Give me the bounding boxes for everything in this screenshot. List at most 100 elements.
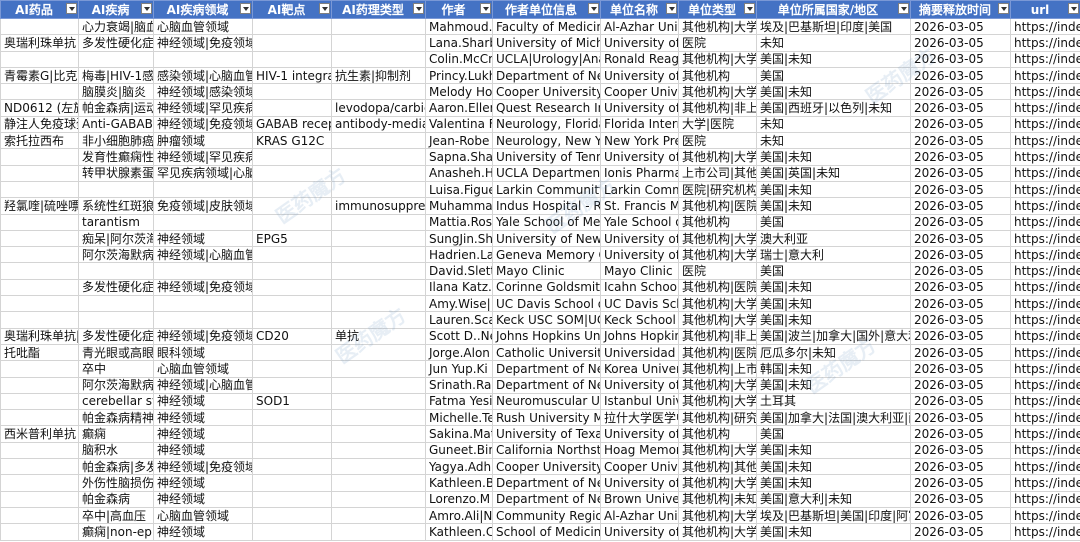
- cell-url[interactable]: https://inde: [1010, 66, 1080, 85]
- cell-institution-name[interactable]: Cooper Unive: [600, 458, 679, 476]
- cell-ai-pharmacology[interactable]: [331, 50, 426, 68]
- cell-institution-country[interactable]: 土耳其: [756, 392, 911, 411]
- cell-institution-type[interactable]: 其他机构|研究: [678, 409, 757, 427]
- cell-institution-type[interactable]: 其他机构|未知: [678, 490, 757, 508]
- cell-institution-type[interactable]: 其他机构|医院: [678, 278, 757, 297]
- cell-ai-drug[interactable]: [0, 311, 79, 329]
- cell-ai-target[interactable]: [252, 409, 332, 427]
- cell-institution-name[interactable]: University of: [600, 229, 679, 248]
- cell-author[interactable]: Ilana Katz.S: [425, 278, 493, 297]
- cell-abstract-release-date[interactable]: 2026-03-05: [910, 213, 1011, 231]
- cell-author[interactable]: Kathleen.B: [425, 474, 493, 492]
- cell-institution-country[interactable]: 美国|未知: [756, 50, 911, 68]
- cell-ai-pharmacology[interactable]: [331, 343, 426, 362]
- cell-institution-name[interactable]: Ronald Reag: [600, 50, 679, 68]
- cell-institution-country[interactable]: 美国|意大利|未知: [756, 490, 911, 508]
- cell-institution-type[interactable]: 其他机构|上市: [678, 360, 757, 378]
- cell-ai-pharmacology[interactable]: [331, 311, 426, 329]
- cell-url[interactable]: https://inde: [1010, 295, 1080, 313]
- cell-abstract-release-date[interactable]: 2026-03-05: [910, 506, 1011, 525]
- cell-ai-disease-area[interactable]: 神经领域|免疫领域: [153, 115, 253, 134]
- cell-author-affiliation[interactable]: School of Medicine: [492, 523, 601, 541]
- cell-ai-disease-area[interactable]: 免疫领域|皮肤领域: [153, 197, 253, 215]
- cell-ai-target[interactable]: CD20: [252, 327, 332, 345]
- cell-author-affiliation[interactable]: UCLA|Urology|Anal: [492, 50, 601, 68]
- cell-ai-disease-area[interactable]: 神经领域: [153, 409, 253, 427]
- cell-ai-pharmacology[interactable]: [331, 246, 426, 264]
- cell-ai-drug[interactable]: 托吡酯: [0, 343, 79, 362]
- cell-institution-type[interactable]: 其他机构|大学: [678, 523, 757, 541]
- cell-author-affiliation[interactable]: Department of Neu: [492, 66, 601, 85]
- cell-ai-drug[interactable]: [0, 246, 79, 264]
- cell-abstract-release-date[interactable]: 2026-03-05: [910, 409, 1011, 427]
- cell-ai-target[interactable]: [252, 197, 332, 215]
- cell-institution-name[interactable]: Larkin Comm: [600, 180, 679, 199]
- cell-url[interactable]: https://inde: [1010, 99, 1080, 117]
- cell-ai-disease[interactable]: [78, 295, 154, 313]
- filter-dropdown-icon[interactable]: [240, 3, 251, 14]
- cell-author-affiliation[interactable]: Yale School of Med: [492, 213, 601, 231]
- column-header-url[interactable]: url: [1010, 0, 1080, 19]
- cell-ai-disease-area[interactable]: 感染领域|心脑血管: [153, 66, 253, 85]
- cell-ai-drug[interactable]: [0, 376, 79, 394]
- cell-author[interactable]: Jun Yup.Ki: [425, 360, 493, 378]
- cell-ai-pharmacology[interactable]: 抗生素|抑制剂: [331, 66, 426, 85]
- cell-ai-target[interactable]: [252, 360, 332, 378]
- cell-institution-type[interactable]: 其他机构|大学|: [678, 17, 757, 36]
- cell-institution-country[interactable]: 澳大利亚: [756, 229, 911, 248]
- cell-url[interactable]: https://inde: [1010, 327, 1080, 345]
- filter-dropdown-icon[interactable]: [66, 3, 77, 14]
- cell-institution-type[interactable]: 大学|医院: [678, 115, 757, 134]
- cell-ai-disease-area[interactable]: 眼科领域: [153, 343, 253, 362]
- cell-institution-type[interactable]: 其他机构|大学: [678, 229, 757, 248]
- cell-institution-country[interactable]: 美国: [756, 213, 911, 231]
- cell-abstract-release-date[interactable]: 2026-03-05: [910, 66, 1011, 85]
- cell-ai-disease-area[interactable]: 神经领域: [153, 425, 253, 443]
- cell-url[interactable]: https://inde: [1010, 132, 1080, 150]
- cell-institution-name[interactable]: Al-Azhar Univ: [600, 17, 679, 36]
- cell-ai-disease[interactable]: tarantism: [78, 213, 154, 231]
- cell-author-affiliation[interactable]: Cooper University: [492, 83, 601, 101]
- cell-ai-disease[interactable]: 阿尔茨海默病|: [78, 376, 154, 394]
- cell-ai-disease[interactable]: 青光眼或高眼: [78, 343, 154, 362]
- cell-institution-type[interactable]: 其他机构|大学|: [678, 506, 757, 525]
- cell-url[interactable]: https://inde: [1010, 246, 1080, 264]
- cell-institution-name[interactable]: Ionis Pharmac: [600, 164, 679, 182]
- cell-url[interactable]: https://inde: [1010, 180, 1080, 199]
- cell-institution-type[interactable]: 其他机构|大学: [678, 376, 757, 394]
- cell-institution-country[interactable]: 美国|未知: [756, 83, 911, 101]
- column-header-abstract-release-date[interactable]: 摘要释放时间: [910, 0, 1011, 19]
- column-header-author[interactable]: 作者: [425, 0, 493, 19]
- cell-ai-disease-area[interactable]: [153, 262, 253, 280]
- cell-ai-disease[interactable]: 梅毒|HIV-1感染: [78, 66, 154, 85]
- cell-ai-drug[interactable]: [0, 278, 79, 297]
- cell-ai-disease[interactable]: 帕金森病: [78, 490, 154, 508]
- cell-author-affiliation[interactable]: California Northstat: [492, 441, 601, 460]
- cell-ai-disease-area[interactable]: 神经领域|感染领域: [153, 83, 253, 101]
- cell-author[interactable]: Lana.Sharb: [425, 34, 493, 52]
- cell-ai-disease[interactable]: [78, 50, 154, 68]
- cell-ai-disease[interactable]: 癫痫: [78, 425, 154, 443]
- cell-ai-disease[interactable]: 转甲状腺素蛋: [78, 164, 154, 182]
- cell-url[interactable]: https://inde: [1010, 229, 1080, 248]
- cell-institution-type[interactable]: 其他机构|大学: [678, 474, 757, 492]
- cell-abstract-release-date[interactable]: 2026-03-05: [910, 180, 1011, 199]
- cell-author[interactable]: David.Slett: [425, 262, 493, 280]
- cell-ai-disease-area[interactable]: 肿瘤领域: [153, 132, 253, 150]
- cell-ai-disease[interactable]: cerebellar syn: [78, 392, 154, 411]
- cell-ai-disease[interactable]: 系统性红斑狼: [78, 197, 154, 215]
- cell-institution-type[interactable]: 其他机构: [678, 66, 757, 85]
- cell-ai-drug[interactable]: [0, 441, 79, 460]
- cell-ai-drug[interactable]: [0, 523, 79, 541]
- cell-abstract-release-date[interactable]: 2026-03-05: [910, 490, 1011, 508]
- cell-institution-name[interactable]: Keck School o: [600, 311, 679, 329]
- cell-institution-country[interactable]: 美国|加拿大|法国|澳大利亚|西: [756, 409, 911, 427]
- cell-author[interactable]: Kathleen.C: [425, 523, 493, 541]
- cell-institution-country[interactable]: 美国|未知: [756, 474, 911, 492]
- cell-ai-drug[interactable]: 静注人免疫球蛋: [0, 115, 79, 134]
- cell-institution-country[interactable]: 美国: [756, 262, 911, 280]
- cell-institution-name[interactable]: University of: [600, 34, 679, 52]
- cell-institution-type[interactable]: 医院: [678, 34, 757, 52]
- cell-institution-type[interactable]: 其他机构|大学|: [678, 50, 757, 68]
- filter-dropdown-icon[interactable]: [413, 3, 424, 14]
